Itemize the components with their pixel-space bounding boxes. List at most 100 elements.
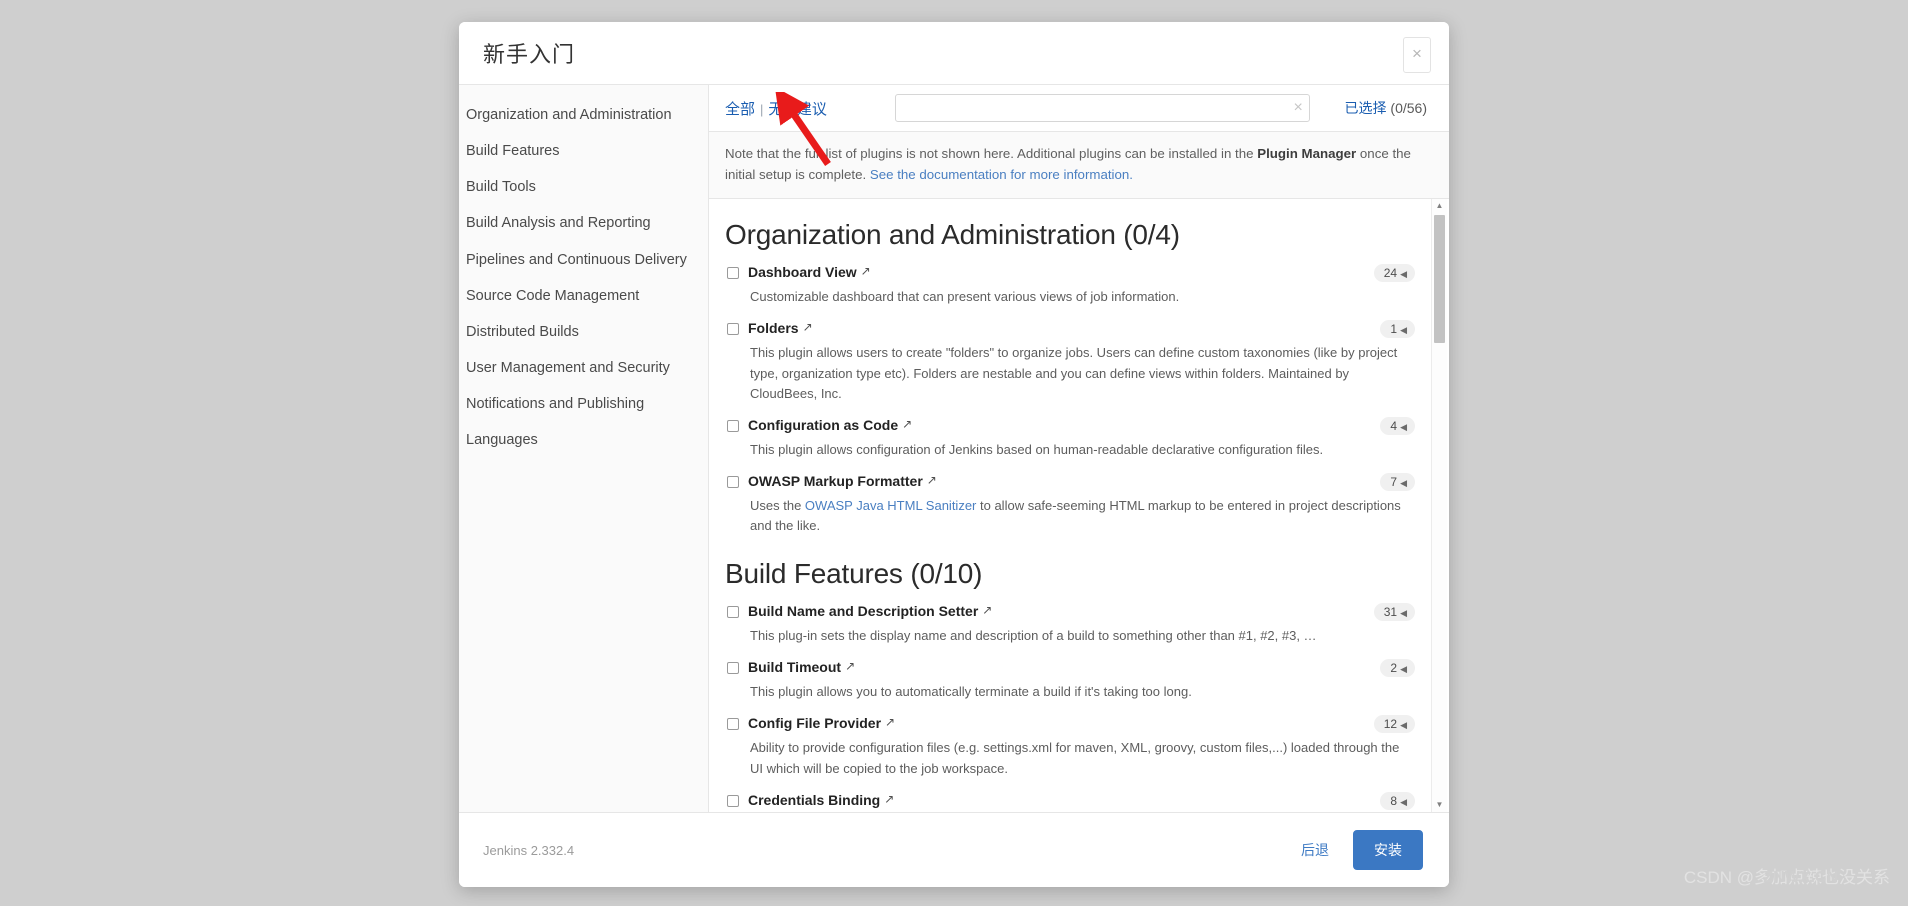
checkbox-config-file-provider[interactable] xyxy=(727,718,739,731)
external-link-icon[interactable]: ↗ xyxy=(885,715,895,729)
checkbox-build-name-and-description-setter[interactable] xyxy=(727,606,739,619)
back-button[interactable]: 后退 xyxy=(1293,834,1337,866)
getting-started-modal: 新手入门 × Organization and Administration B… xyxy=(459,22,1449,887)
plugin-note: Note that the full list of plugins is no… xyxy=(709,132,1449,200)
badge-count: 31 xyxy=(1383,605,1398,620)
badge-count: 2 xyxy=(1390,661,1398,676)
filter-suggested-link[interactable]: 建议 xyxy=(797,101,827,118)
sidebar-item-languages[interactable]: Languages xyxy=(459,422,708,458)
owasp-sanitizer-link[interactable]: OWASP Java HTML Sanitizer xyxy=(805,498,976,513)
filter-separator-1: | xyxy=(760,101,764,117)
filter-separator-2: | xyxy=(788,101,792,117)
plugin-badge[interactable]: 12 ◀ xyxy=(1373,715,1415,734)
modal-footer: Jenkins 2.332.4 后退 安装 xyxy=(459,812,1449,887)
sidebar-item-build-features[interactable]: Build Features xyxy=(459,133,708,169)
badge-count: 1 xyxy=(1390,322,1398,337)
filter-none-link[interactable]: 无 xyxy=(768,101,783,118)
filter-all-link[interactable]: 全部 xyxy=(725,101,755,118)
scroll-down-arrow-icon[interactable]: ▼ xyxy=(1432,798,1447,812)
plugin-description: This plugin allows configuration of Jenk… xyxy=(750,441,1324,457)
checkbox-dashboard-view[interactable] xyxy=(727,267,739,280)
external-link-icon[interactable]: ↗ xyxy=(861,264,871,278)
checkbox-build-timeout[interactable] xyxy=(727,662,739,675)
plugin-row: Folders ↗ 1 ◀ xyxy=(725,320,1415,339)
sidebar-item-organization-and-administration[interactable]: Organization and Administration xyxy=(459,97,708,133)
modal-body: Organization and Administration Build Fe… xyxy=(459,85,1449,812)
checkbox-configuration-as-code[interactable] xyxy=(727,419,739,432)
badge-count: 24 xyxy=(1383,266,1398,281)
plugin-pane: 全部 | 无 | 建议 × 已选择 (0/56) Note that the full … xyxy=(709,85,1449,812)
jenkins-version-label: Jenkins 2.332.4 xyxy=(483,842,575,858)
sidebar-item-distributed-builds[interactable]: Distributed Builds xyxy=(459,314,708,350)
sidebar-item-notifications-and-publishing[interactable]: Notifications and Publishing xyxy=(459,386,708,422)
close-icon[interactable]: × xyxy=(1403,37,1431,73)
sidebar-item-pipelines-and-continuous-delivery[interactable]: Pipelines and Continuous Delivery xyxy=(459,242,708,278)
documentation-link[interactable]: See the documentation for more informati… xyxy=(870,167,1133,182)
plugin-scroll-area: Organization and Administration (0/4) Da… xyxy=(709,199,1449,812)
plugin-description: Uses the OWASP Java HTML Sanitizer to al… xyxy=(750,496,1415,536)
watermark-overlay-text: ZNWX.CN xyxy=(1763,869,1838,886)
plugin-row: Configuration as Code ↗ 4 ◀ xyxy=(725,416,1415,435)
plugin-name-owasp-markup-formatter[interactable]: OWASP Markup Formatter xyxy=(748,473,923,489)
plugin-row: Build Timeout ↗ 2 ◀ xyxy=(725,659,1415,678)
plugin-description: Ability to provide configuration files (… xyxy=(750,740,1400,776)
external-link-icon[interactable]: ↗ xyxy=(845,659,855,673)
search-input[interactable] xyxy=(894,94,1310,122)
plugin-name-folders[interactable]: Folders xyxy=(748,320,799,336)
triangle-left-icon: ◀ xyxy=(1400,477,1407,488)
plugin-list: Organization and Administration (0/4) Da… xyxy=(725,199,1415,812)
plugin-description: This plug-in sets the display name and d… xyxy=(750,628,1317,644)
plugin-row: OWASP Markup Formatter ↗ 7 ◀ xyxy=(725,472,1415,491)
vertical-scrollbar[interactable]: ▲ ▼ xyxy=(1431,199,1447,812)
checkbox-credentials-binding[interactable] xyxy=(727,794,739,807)
plugin-badge[interactable]: 8 ◀ xyxy=(1380,791,1415,810)
plugin-name-build-name-and-description-setter[interactable]: Build Name and Description Setter xyxy=(748,603,978,619)
scrollbar-thumb[interactable] xyxy=(1434,215,1445,344)
plugin-badge[interactable]: 24 ◀ xyxy=(1373,264,1415,283)
plugin-description: This plugin allows you to automatically … xyxy=(750,684,1192,700)
external-link-icon[interactable]: ↗ xyxy=(803,320,813,334)
selected-label: 已选择 xyxy=(1344,100,1387,116)
search-wrapper: × xyxy=(894,94,1310,122)
triangle-left-icon: ◀ xyxy=(1400,421,1407,432)
plugin-badge[interactable]: 31 ◀ xyxy=(1373,603,1415,622)
external-link-icon[interactable]: ↗ xyxy=(982,603,992,617)
desc-part-pre: Uses the xyxy=(750,497,805,513)
plugin-toolbar: 全部 | 无 | 建议 × 已选择 (0/56) xyxy=(709,85,1449,132)
external-link-icon[interactable]: ↗ xyxy=(927,473,937,487)
plugin-description: Customizable dashboard that can present … xyxy=(750,289,1180,305)
plugin-name-credentials-binding[interactable]: Credentials Binding xyxy=(748,792,880,808)
triangle-left-icon: ◀ xyxy=(1400,269,1407,280)
plugin-badge[interactable]: 4 ◀ xyxy=(1380,416,1415,435)
scroll-up-arrow-icon[interactable]: ▲ xyxy=(1432,199,1447,213)
plugin-name-config-file-provider[interactable]: Config File Provider xyxy=(748,715,881,731)
install-button[interactable]: 安装 xyxy=(1353,830,1423,870)
plugin-badge[interactable]: 1 ◀ xyxy=(1380,320,1415,339)
plugin-badge[interactable]: 2 ◀ xyxy=(1380,659,1415,678)
search-clear-icon[interactable]: × xyxy=(1293,98,1302,118)
section-title-organization-and-administration: Organization and Administration (0/4) xyxy=(725,219,1180,251)
badge-count: 4 xyxy=(1390,418,1398,433)
note-text-part1: Note that the full list of plugins is no… xyxy=(725,146,1258,161)
watermark: CSDN @多加点辣也没关系 ZNWX.CN xyxy=(1684,863,1890,888)
checkbox-folders[interactable] xyxy=(727,323,739,336)
plugin-name-dashboard-view[interactable]: Dashboard View xyxy=(748,264,857,280)
page-title: 新手入门 xyxy=(483,42,576,67)
filter-links: 全部 | 无 | 建议 xyxy=(725,98,827,119)
triangle-left-icon: ◀ xyxy=(1400,608,1407,619)
checkbox-owasp-markup-formatter[interactable] xyxy=(727,475,739,488)
plugin-name-build-timeout[interactable]: Build Timeout xyxy=(748,659,841,675)
plugin-name-configuration-as-code[interactable]: Configuration as Code xyxy=(748,417,898,433)
sidebar-item-user-management-and-security[interactable]: User Management and Security xyxy=(459,350,708,386)
plugin-row: Config File Provider ↗ 12 ◀ xyxy=(725,715,1415,734)
modal-titlebar: 新手入门 × xyxy=(459,22,1449,85)
sidebar-item-build-analysis-and-reporting[interactable]: Build Analysis and Reporting xyxy=(459,205,708,241)
sidebar-item-source-code-management[interactable]: Source Code Management xyxy=(459,278,708,314)
section-title-build-features: Build Features (0/10) xyxy=(725,558,983,590)
plugin-badge[interactable]: 7 ◀ xyxy=(1380,472,1415,491)
external-link-icon[interactable]: ↗ xyxy=(884,792,894,806)
note-plugin-manager-bold: Plugin Manager xyxy=(1257,146,1357,161)
external-link-icon[interactable]: ↗ xyxy=(902,417,912,431)
sidebar-item-build-tools[interactable]: Build Tools xyxy=(459,169,708,205)
badge-count: 7 xyxy=(1390,474,1398,489)
